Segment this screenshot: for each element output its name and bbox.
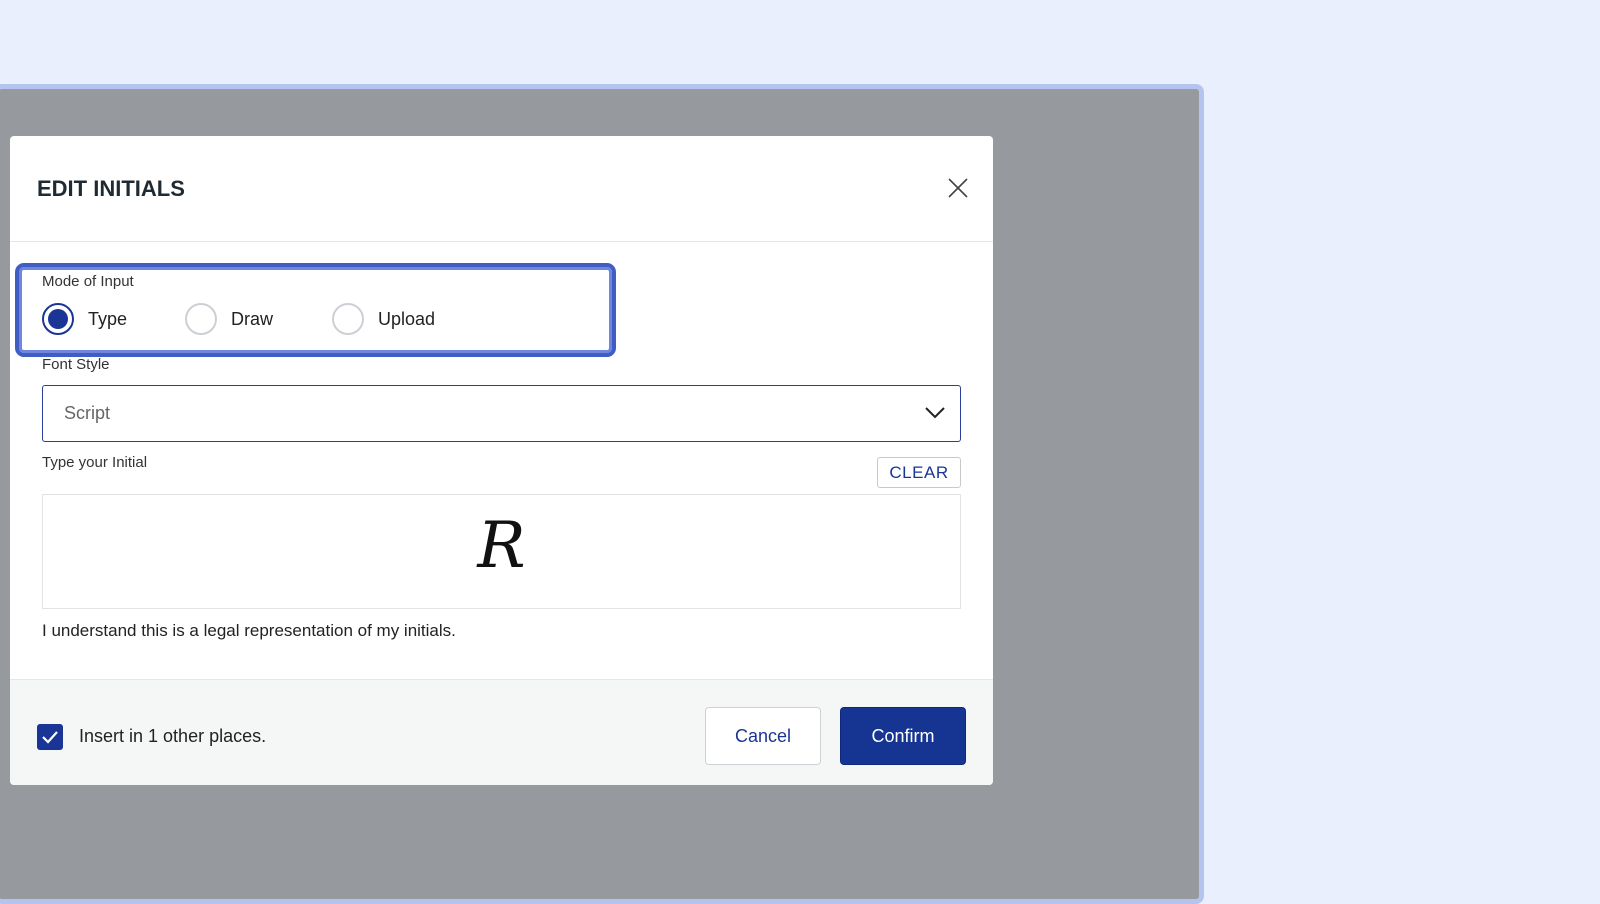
initial-input[interactable]: R — [42, 494, 961, 609]
clear-button[interactable]: CLEAR — [877, 457, 961, 488]
radio-label: Draw — [231, 308, 274, 329]
divider — [10, 241, 993, 242]
check-icon — [42, 731, 58, 744]
insert-label: Insert in 1 other places. — [79, 726, 267, 746]
font-style-select[interactable]: Script — [42, 385, 961, 442]
confirm-button[interactable]: Confirm — [840, 707, 966, 765]
radio-upload[interactable]: Upload — [332, 303, 435, 335]
dialog-footer: Insert in 1 other places. Cancel Confirm — [10, 679, 993, 785]
radio-label: Upload — [378, 308, 436, 329]
cancel-button[interactable]: Cancel — [705, 707, 821, 765]
type-initial-label: Type your Initial — [42, 454, 148, 471]
chevron-down-icon — [925, 407, 945, 419]
mode-of-input-label: Mode of Input — [42, 273, 134, 290]
radio-type[interactable]: Type — [42, 303, 127, 335]
insert-checkbox[interactable] — [37, 724, 63, 750]
radio-unselected-icon — [332, 303, 364, 335]
font-style-value: Script — [64, 403, 111, 423]
initial-preview: R — [477, 509, 526, 583]
radio-unselected-icon — [185, 303, 217, 335]
edit-initials-dialog: EDIT INITIALS Mode of Input Type Draw Up… — [10, 136, 993, 785]
dialog-title: EDIT INITIALS — [37, 176, 185, 201]
close-icon[interactable] — [946, 176, 970, 200]
radio-selected-icon — [42, 303, 74, 335]
font-style-label: Font Style — [42, 356, 110, 373]
legal-text: I understand this is a legal representat… — [42, 621, 456, 640]
radio-draw[interactable]: Draw — [185, 303, 273, 335]
radio-label: Type — [88, 308, 128, 329]
